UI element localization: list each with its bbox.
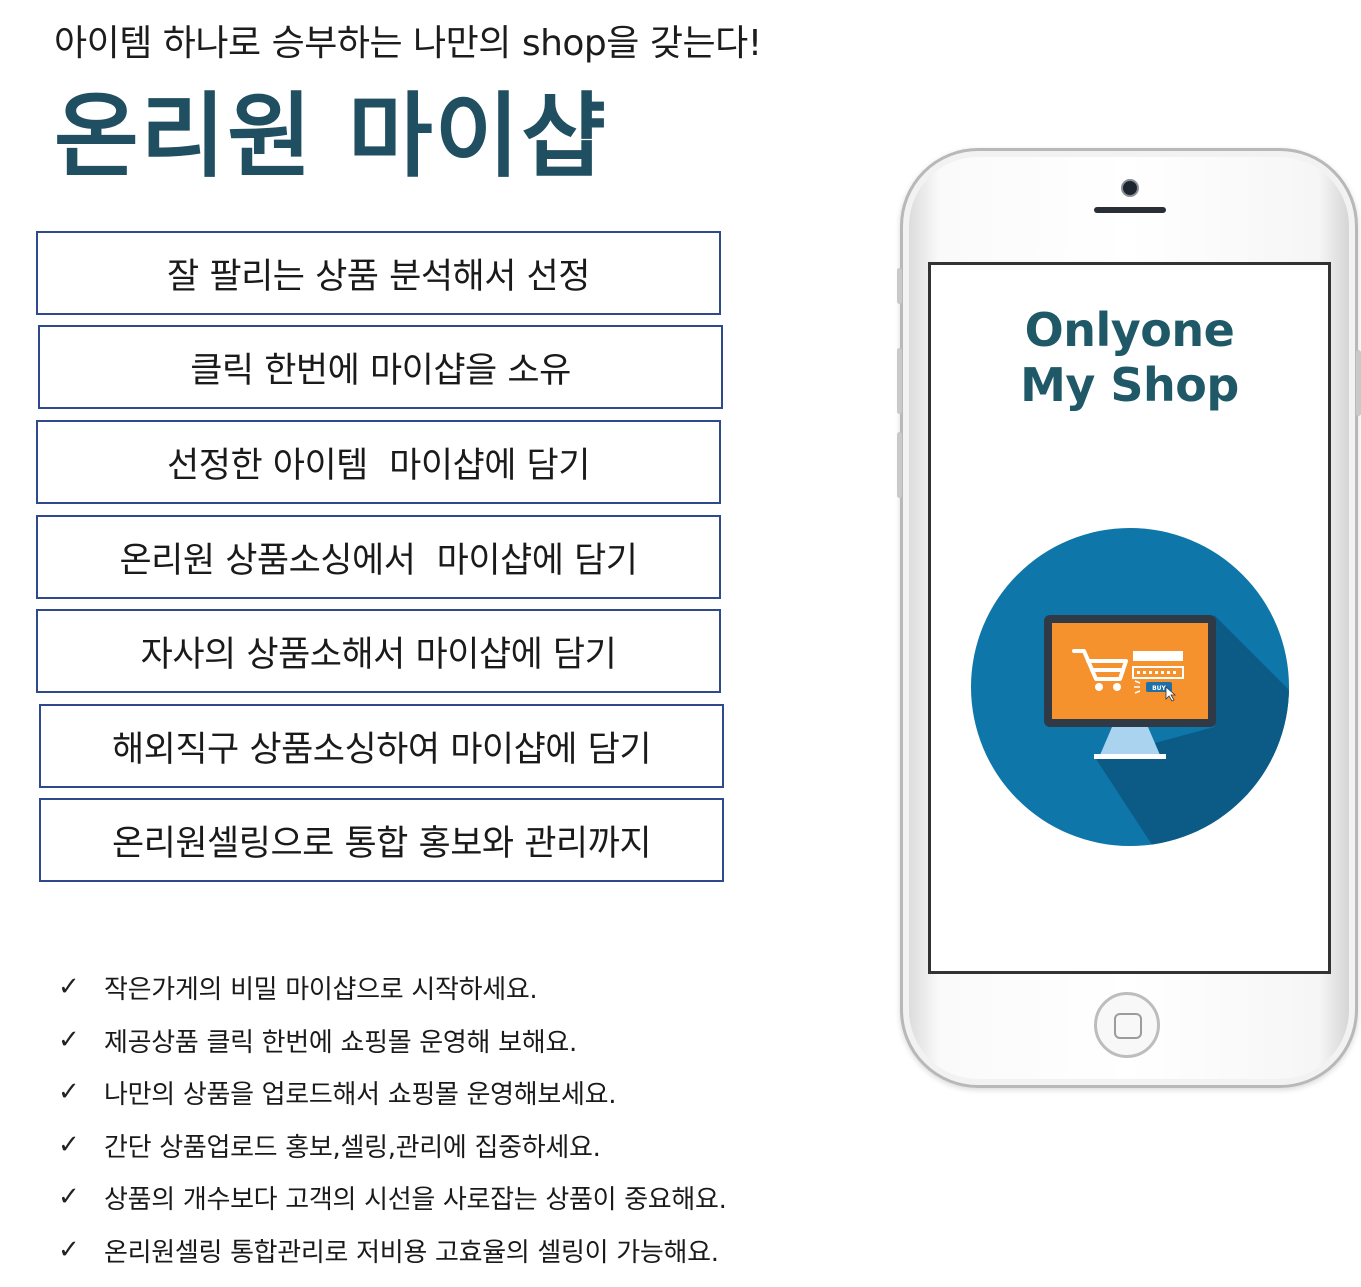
checklist-text: 상품의 개수보다 고객의 시선을 사로잡는 상품이 중요해요. bbox=[104, 1184, 727, 1215]
monitor-base bbox=[1094, 754, 1166, 759]
checklist-text: 온리원셀링 통합관리로 저비용 고효율의 셀링이 가능해요. bbox=[104, 1237, 719, 1268]
camera-icon bbox=[1121, 179, 1139, 197]
phone-power-button bbox=[1356, 350, 1361, 416]
speaker-grille bbox=[1094, 207, 1166, 213]
feature-box: 클릭 한번에 마이샵을 소유 bbox=[38, 325, 723, 409]
shop-title-line1: Onlyone bbox=[1024, 303, 1235, 357]
checklist-text: 제공상품 클릭 한번에 쇼핑몰 운영해 보해요. bbox=[104, 1027, 577, 1058]
check-icon: ✓ bbox=[58, 1025, 80, 1055]
buy-label: BUY bbox=[1152, 685, 1166, 692]
check-icon: ✓ bbox=[58, 1235, 80, 1265]
page-subtitle: 아이템 하나로 승부하는 나만의 shop을 갖는다! bbox=[54, 23, 762, 64]
page-title: 온리원 마이샵 bbox=[54, 83, 608, 190]
checklist-item: ✓ 간단 상품업로드 홍보,셀링,관리에 집중하세요. bbox=[58, 1125, 601, 1165]
home-button-icon bbox=[1114, 1013, 1142, 1039]
checklist-item: ✓ 온리원셀링 통합관리로 저비용 고효율의 셀링이 가능해요. bbox=[58, 1230, 719, 1270]
feature-box: 선정한 아이템 마이샵에 담기 bbox=[36, 420, 721, 504]
phone-volume-down-button bbox=[897, 432, 902, 498]
checklist-item: ✓ 제공상품 클릭 한번에 쇼핑몰 운영해 보해요. bbox=[58, 1020, 577, 1060]
feature-box: 자사의 상품소해서 마이샵에 담기 bbox=[36, 609, 721, 693]
feature-box: 온리원 상품소싱에서 마이샵에 담기 bbox=[36, 515, 721, 599]
monitor-screen bbox=[1052, 623, 1208, 719]
feature-box: 잘 팔리는 상품 분석해서 선정 bbox=[36, 231, 721, 315]
checklist-text: 작은가게의 비밀 마이샵으로 시작하세요. bbox=[104, 974, 538, 1005]
checklist-item: ✓ 상품의 개수보다 고객의 시선을 사로잡는 상품이 중요해요. bbox=[58, 1177, 727, 1217]
phone-mute-switch bbox=[897, 268, 902, 304]
check-icon: ✓ bbox=[58, 1130, 80, 1160]
check-icon: ✓ bbox=[58, 1182, 80, 1212]
checklist-text: 간단 상품업로드 홍보,셀링,관리에 집중하세요. bbox=[104, 1132, 601, 1163]
checklist-item: ✓ 나만의 상품을 업로드해서 쇼핑몰 운영해보세요. bbox=[58, 1072, 617, 1112]
check-icon: ✓ bbox=[58, 972, 80, 1002]
shop-title-line2: My Shop bbox=[1020, 358, 1239, 412]
shopping-monitor-icon: BUY bbox=[971, 528, 1289, 846]
feature-box: 온리원셀링으로 통합 홍보와 관리까지 bbox=[39, 798, 724, 882]
check-icon: ✓ bbox=[58, 1077, 80, 1107]
feature-box: 해외직구 상품소싱하여 마이샵에 담기 bbox=[39, 704, 724, 788]
phone-volume-up-button bbox=[897, 348, 902, 414]
checklist-item: ✓ 작은가게의 비밀 마이샵으로 시작하세요. bbox=[58, 967, 538, 1007]
checklist-text: 나만의 상품을 업로드해서 쇼핑몰 운영해보세요. bbox=[104, 1079, 617, 1110]
card-stripe bbox=[1133, 651, 1183, 661]
